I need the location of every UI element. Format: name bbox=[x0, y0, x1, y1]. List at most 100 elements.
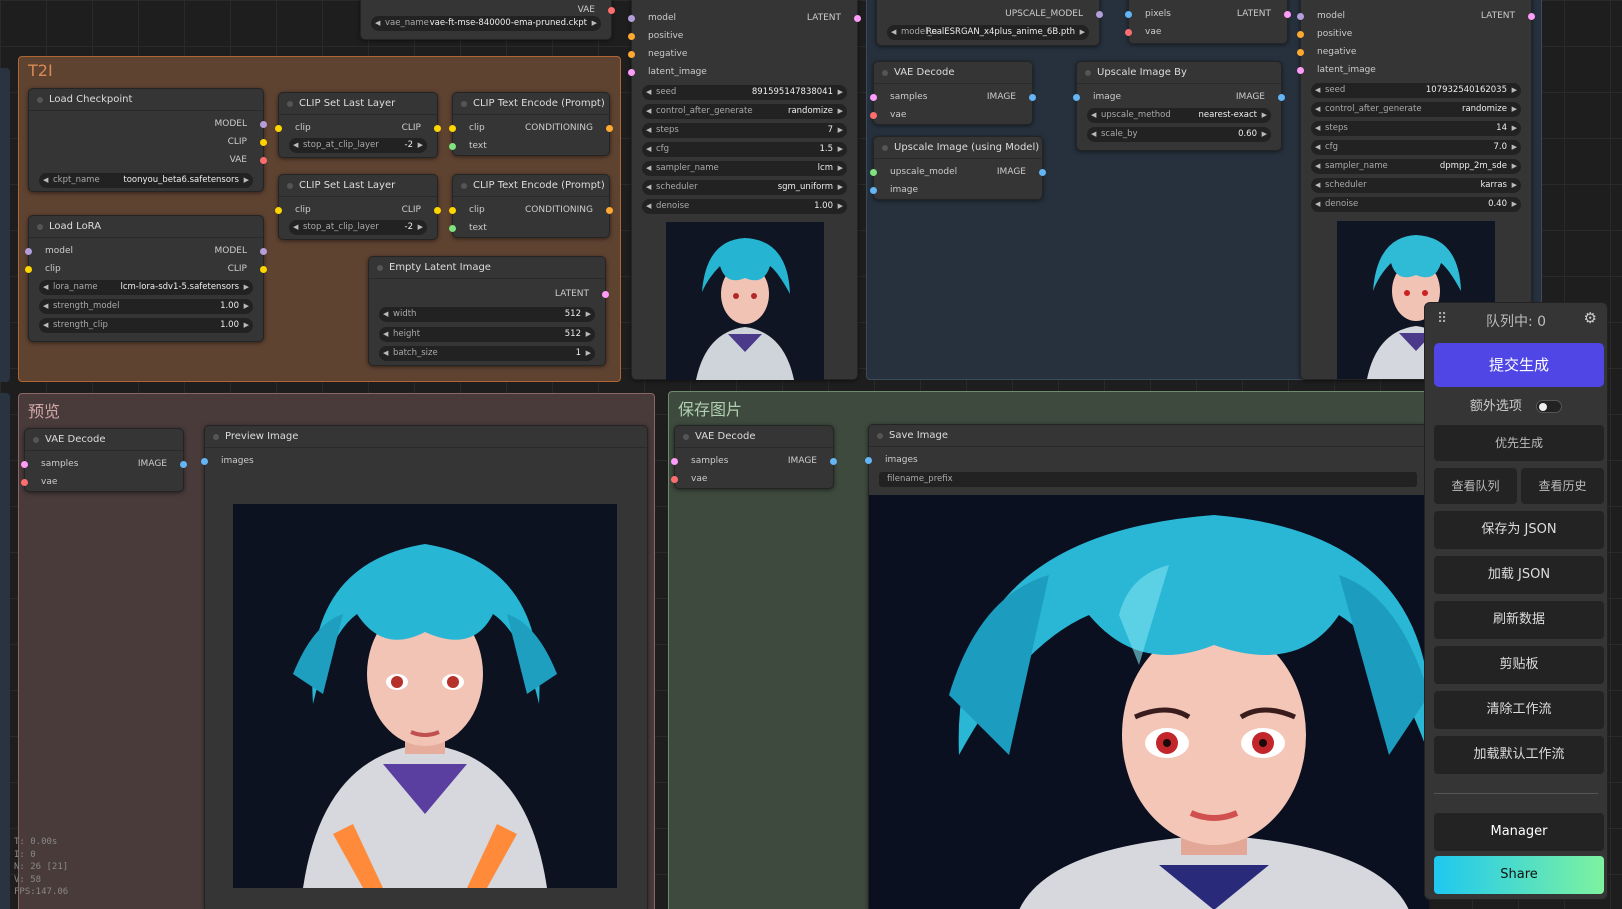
queue-panel[interactable]: ⠿ 队列中: 0 ⚙ 提交生成 额外选项 优先生成 查看队列 查看历史 保存为 … bbox=[1424, 302, 1608, 900]
vae-loader-node[interactable]: VAE vae_namevae-ft-mse-840000-ema-pruned… bbox=[360, 0, 615, 40]
clip-port[interactable] bbox=[449, 125, 456, 132]
strength-clip-widget[interactable]: strength_clip 1.00 bbox=[39, 318, 253, 333]
clip-port-in[interactable] bbox=[25, 266, 32, 273]
save-json-button[interactable]: 保存为 JSON bbox=[1434, 511, 1604, 549]
model-port-out[interactable] bbox=[260, 248, 267, 255]
text-port[interactable] bbox=[449, 143, 456, 150]
negative-port[interactable] bbox=[628, 51, 635, 58]
view-history-button[interactable]: 查看历史 bbox=[1521, 468, 1604, 504]
scale-by-widget[interactable]: scale_by 0.60 bbox=[1087, 127, 1271, 142]
latent-image-port[interactable] bbox=[1297, 67, 1304, 74]
manager-button[interactable]: Manager bbox=[1434, 813, 1604, 851]
extra-options-toggle[interactable] bbox=[1536, 400, 1563, 413]
seed-widget[interactable]: seed 107932540162035 bbox=[1311, 83, 1521, 98]
denoise-widget[interactable]: denoise 1.00 bbox=[642, 199, 847, 214]
image-port[interactable] bbox=[1039, 169, 1046, 176]
image-port[interactable] bbox=[180, 461, 187, 468]
clear-workflow-button[interactable]: 清除工作流 bbox=[1434, 691, 1604, 729]
clip-set-last-layer-2-node[interactable]: CLIP Set Last Layer clip CLIP stop_at_cli… bbox=[275, 174, 441, 240]
load-json-button[interactable]: 加载 JSON bbox=[1434, 556, 1604, 594]
share-button[interactable]: Share bbox=[1434, 856, 1604, 894]
refresh-button[interactable]: 刷新数据 bbox=[1434, 601, 1604, 639]
ckpt-name-widget[interactable]: ckpt_nametoonyou_beta6.safetensors bbox=[39, 173, 253, 188]
model-port[interactable] bbox=[1297, 13, 1304, 20]
sampler-name-widget[interactable]: sampler_name dpmpp_2m_sde bbox=[1311, 159, 1521, 174]
seed-widget[interactable]: seed 891595147838041 bbox=[642, 85, 847, 100]
clip-port-out[interactable] bbox=[260, 266, 267, 273]
text-port[interactable] bbox=[449, 225, 456, 232]
width-widget[interactable]: width 512 bbox=[379, 307, 595, 322]
vae-encode-node[interactable]: pixels LATENT vae bbox=[1125, 0, 1291, 44]
load-default-workflow-button[interactable]: 加载默认工作流 bbox=[1434, 736, 1604, 774]
image-port-in[interactable] bbox=[1073, 94, 1080, 101]
model-port[interactable] bbox=[260, 121, 267, 128]
save-image-node[interactable]: Save Image images filename_prefix bbox=[865, 424, 1429, 909]
samples-port[interactable] bbox=[870, 94, 877, 101]
cfg-widget[interactable]: cfg 1.5 bbox=[642, 142, 847, 157]
upscale-method-widget[interactable]: upscale_method nearest-exact bbox=[1087, 108, 1271, 123]
latent-port[interactable] bbox=[854, 15, 861, 22]
load-checkpoint-node[interactable]: Load Checkpoint MODEL CLIP VAE ckpt_name… bbox=[28, 88, 267, 192]
vae-decode-upscale-node[interactable]: VAE Decode samples IMAGE vae bbox=[870, 61, 1036, 125]
vae-port[interactable] bbox=[870, 112, 877, 119]
clip-set-last-layer-1-node[interactable]: CLIP Set Last Layer clip CLIP stop_at_cli… bbox=[275, 92, 441, 158]
view-queue-button[interactable]: 查看队列 bbox=[1434, 468, 1517, 504]
empty-latent-image-node[interactable]: Empty Latent Image LATENT width512height… bbox=[368, 256, 609, 366]
upscale-image-by-node[interactable]: Upscale Image By image IMAGE upscale_meth… bbox=[1073, 61, 1285, 151]
clip-port-out[interactable] bbox=[434, 207, 441, 214]
denoise-widget[interactable]: denoise 0.40 bbox=[1311, 197, 1521, 212]
cfg-widget[interactable]: cfg 7.0 bbox=[1311, 140, 1521, 155]
clipboard-button[interactable]: 剪贴板 bbox=[1434, 646, 1604, 684]
batch-size-widget[interactable]: batch_size 1 bbox=[379, 346, 595, 361]
scheduler-widget[interactable]: scheduler karras bbox=[1311, 178, 1521, 193]
clip-port-out[interactable] bbox=[434, 125, 441, 132]
lora-name-widget[interactable]: lora_name lcm-lora-sdv1-5.safetensors bbox=[39, 280, 253, 295]
latent-port[interactable] bbox=[602, 291, 609, 298]
clip-text-encode-positive-node[interactable]: CLIP Text Encode (Prompt) clip CONDITIONI… bbox=[449, 92, 613, 156]
conditioning-port[interactable] bbox=[606, 125, 613, 132]
model-port-in[interactable] bbox=[25, 248, 32, 255]
height-widget[interactable]: height 512 bbox=[379, 326, 595, 342]
vae-name-widget[interactable]: vae_namevae-ft-mse-840000-ema-pruned.ckp… bbox=[371, 16, 601, 31]
upscale-image-using-model-node[interactable]: Upscale Image (using Model) upscale_mode… bbox=[870, 136, 1046, 200]
strength-model-widget[interactable]: strength_model 1.00 bbox=[39, 299, 253, 314]
steps-widget[interactable]: steps 14 bbox=[1311, 121, 1521, 136]
conditioning-port[interactable] bbox=[606, 207, 613, 214]
image-port-out[interactable] bbox=[1278, 94, 1285, 101]
ksampler-1-node[interactable]: model LATENT positive negative latent_ima… bbox=[628, 0, 861, 380]
vae-port[interactable] bbox=[1125, 29, 1132, 36]
vae-decode-preview-node[interactable]: VAE Decode samples IMAGE vae bbox=[21, 428, 187, 492]
filename-prefix-widget[interactable]: filename_prefix bbox=[879, 472, 1417, 487]
images-port[interactable] bbox=[201, 458, 208, 465]
model-port[interactable] bbox=[628, 15, 635, 22]
vae-decode-save-node[interactable]: VAE Decode samples IMAGE vae bbox=[671, 425, 837, 489]
upscale-model-port[interactable] bbox=[870, 169, 877, 176]
vae-output-port[interactable] bbox=[608, 7, 615, 14]
stop-at-clip-layer-widget[interactable]: stop_at_clip_layer-2 bbox=[289, 220, 427, 235]
image-port[interactable] bbox=[1029, 94, 1036, 101]
sampler-name-widget[interactable]: sampler_name lcm bbox=[642, 161, 847, 176]
latent-port[interactable] bbox=[1284, 11, 1291, 18]
vae-port[interactable] bbox=[260, 157, 267, 164]
vae-port[interactable] bbox=[21, 479, 28, 486]
positive-port[interactable] bbox=[628, 33, 635, 40]
latent-port[interactable] bbox=[1528, 13, 1535, 20]
negative-port[interactable] bbox=[1297, 49, 1304, 56]
load-lora-node[interactable]: Load LoRA modelMODEL clipCLIP lora_namel… bbox=[25, 215, 267, 342]
upscale-model-loader-node[interactable]: UPSCALE_MODEL model_nRealESRGAN_x4plus_a… bbox=[876, 0, 1103, 46]
control-after-generate-widget[interactable]: control_after_generate randomize bbox=[642, 104, 847, 119]
steps-widget[interactable]: steps 7 bbox=[642, 123, 847, 138]
clip-port[interactable] bbox=[449, 207, 456, 214]
control-after-generate-widget[interactable]: control_after_generate randomize bbox=[1311, 102, 1521, 117]
positive-port[interactable] bbox=[1297, 31, 1304, 38]
samples-port[interactable] bbox=[21, 461, 28, 468]
gear-icon[interactable]: ⚙ bbox=[1584, 309, 1597, 327]
samples-port[interactable] bbox=[671, 458, 678, 465]
preview-image-node[interactable]: Preview Image images bbox=[201, 425, 648, 909]
image-port-in[interactable] bbox=[870, 187, 877, 194]
priority-button[interactable]: 优先生成 bbox=[1434, 425, 1604, 461]
model-name-widget[interactable]: model_nRealESRGAN_x4plus_anime_6B.pth bbox=[887, 25, 1089, 40]
clip-port-in[interactable] bbox=[275, 125, 282, 132]
upscale-model-port[interactable] bbox=[1096, 11, 1103, 18]
latent-image-port[interactable] bbox=[628, 69, 635, 76]
